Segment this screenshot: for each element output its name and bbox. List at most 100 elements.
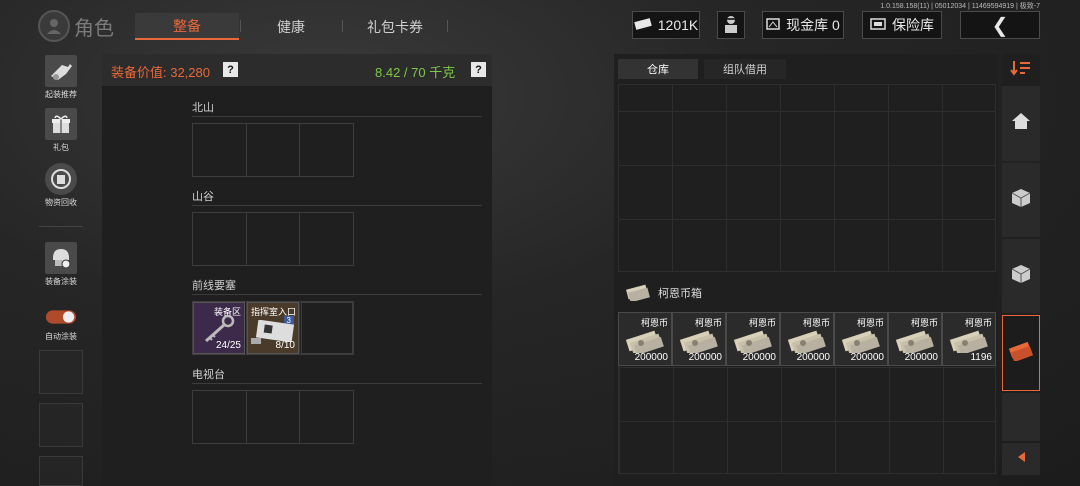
chevron-left-icon xyxy=(1016,450,1026,468)
empty-slot[interactable] xyxy=(193,213,247,265)
stash-filter-box-2[interactable] xyxy=(1002,239,1040,313)
card-icon xyxy=(251,332,261,350)
money-box-icon xyxy=(625,283,651,306)
empty-slot[interactable] xyxy=(300,213,353,265)
key-item-equipment-zone[interactable]: 装备区 24/25 xyxy=(193,302,245,354)
empty-slot[interactable] xyxy=(193,124,247,176)
sidebar-item-label: 自动涂装 xyxy=(45,332,77,341)
sidebar-item-label: 装备涂装 xyxy=(45,277,77,286)
money-item[interactable]: 柯恩币 200000 xyxy=(834,312,888,366)
value-help-button[interactable]: ? xyxy=(223,62,238,77)
section-divider xyxy=(192,205,482,206)
equipment-value: 装备价值: 32,280 xyxy=(111,65,210,80)
back-button[interactable]: ❮ xyxy=(960,11,1040,39)
item-count: 200000 xyxy=(742,352,776,363)
tab-divider xyxy=(342,20,343,32)
money-item[interactable]: 柯恩币 200000 xyxy=(672,312,726,366)
slot-grid-valley[interactable] xyxy=(192,212,354,266)
tab-warehouse[interactable]: 仓库 xyxy=(618,59,698,79)
sidebar-empty-slot xyxy=(39,456,83,486)
sort-button[interactable] xyxy=(1002,54,1040,86)
money-item[interactable]: 柯恩币 200000 xyxy=(888,312,942,366)
sidebar-item-label: 礼包 xyxy=(53,143,69,152)
empty-slot[interactable] xyxy=(300,124,353,176)
section-label-tv-station: 电视台 xyxy=(192,369,225,381)
cash-vault-button[interactable]: 现金库 0 xyxy=(762,11,844,39)
item-count: 200000 xyxy=(688,352,722,363)
page-title: 角色 xyxy=(74,17,114,40)
money-item[interactable]: 柯恩币 1196 xyxy=(942,312,996,366)
slot-grid-tv-station[interactable] xyxy=(192,390,354,444)
item-name: 柯恩币 xyxy=(694,318,722,328)
sidebar-item-recommended-loadout[interactable]: 起装推荐 xyxy=(39,55,83,100)
money-box-label: 柯恩币箱 xyxy=(658,288,702,300)
item-count: 200000 xyxy=(796,352,830,363)
money-item[interactable]: 柯恩币 200000 xyxy=(618,312,672,366)
tab-gift-cards[interactable]: 礼包卡券 xyxy=(345,13,445,40)
tab-loadout[interactable]: 整备 xyxy=(135,13,239,40)
sidebar-item-recycle[interactable]: 物资回收 xyxy=(39,163,83,208)
item-durability: 24/25 xyxy=(215,340,241,351)
cash-icon xyxy=(633,17,652,33)
item-count: 1196 xyxy=(970,352,992,363)
item-name: 柯恩币 xyxy=(910,318,938,328)
empty-slot[interactable] xyxy=(247,124,301,176)
empty-slot[interactable] xyxy=(301,302,353,354)
empty-slot[interactable] xyxy=(247,213,301,265)
tab-team-borrow[interactable]: 组队借用 xyxy=(704,59,786,79)
stash-filter-box-1[interactable] xyxy=(1002,163,1040,237)
empty-slot[interactable] xyxy=(300,391,353,443)
sidebar-item-label: 起装推荐 xyxy=(45,90,77,99)
weight-help-button[interactable]: ? xyxy=(471,62,486,77)
item-count: 200000 xyxy=(904,352,938,363)
item-name: 柯恩币 xyxy=(856,318,884,328)
safe-button[interactable]: 保险库 xyxy=(862,11,942,39)
collapse-button[interactable] xyxy=(1002,443,1040,475)
box-icon xyxy=(1010,187,1032,214)
sidebar-item-auto-skin[interactable]: 自动涂装 xyxy=(39,305,83,342)
empty-slot[interactable] xyxy=(247,391,301,443)
sidebar-divider xyxy=(39,226,83,227)
item-name: 柯恩币 xyxy=(802,318,830,328)
home-icon xyxy=(1011,112,1031,135)
safe-label: 保险库 xyxy=(892,17,934,33)
section-label-front-fortress: 前线要塞 xyxy=(192,280,236,292)
toggle-icon xyxy=(45,305,77,329)
trader-icon xyxy=(722,14,740,37)
item-durability: 8/10 xyxy=(275,340,295,351)
stash-filter-home[interactable] xyxy=(1002,86,1040,161)
section-label-beishan: 北山 xyxy=(192,102,214,114)
key-item-command-room[interactable]: 指挥室入口 3 8/10 xyxy=(247,302,299,354)
section-divider xyxy=(192,116,482,117)
currency-amount: 1201K xyxy=(657,17,699,33)
section-divider xyxy=(192,294,482,295)
vault-icon xyxy=(766,17,780,33)
item-name: 柯恩币 xyxy=(964,318,992,328)
weight-display: 8.42 / 70 千克 xyxy=(375,65,456,80)
box-icon xyxy=(1010,263,1032,290)
version-string: 1.0.158.158(11) | 05012034 | 11469594919… xyxy=(880,3,1040,10)
character-logo-icon xyxy=(38,10,70,42)
item-name: 柯恩币 xyxy=(748,318,776,328)
sidebar-empty-slot xyxy=(39,350,83,394)
money-item[interactable]: 柯恩币 200000 xyxy=(726,312,780,366)
sort-icon xyxy=(1010,60,1032,81)
stash-filter-empty xyxy=(1002,393,1040,441)
tab-divider xyxy=(447,20,448,32)
stash-filter-money[interactable] xyxy=(1002,315,1040,391)
money-item[interactable]: 柯恩币 200000 xyxy=(780,312,834,366)
section-label-valley: 山谷 xyxy=(192,191,214,203)
sidebar-item-label: 物资回收 xyxy=(45,198,77,207)
empty-slot[interactable] xyxy=(193,391,247,443)
currency-display[interactable]: 1201K xyxy=(632,11,700,39)
cash-vault-label: 现金库 0 xyxy=(786,17,840,33)
trader-button[interactable] xyxy=(717,11,745,39)
warehouse-grid[interactable] xyxy=(618,84,996,272)
money-stack-icon xyxy=(1007,341,1035,366)
slot-grid-beishan[interactable] xyxy=(192,123,354,177)
item-count: 200000 xyxy=(850,352,884,363)
sidebar-item-equipment-skin[interactable]: 装备涂装 xyxy=(39,242,83,287)
tab-health[interactable]: 健康 xyxy=(241,13,341,40)
gun-icon xyxy=(45,55,77,87)
sidebar-item-gift[interactable]: 礼包 xyxy=(39,108,83,153)
